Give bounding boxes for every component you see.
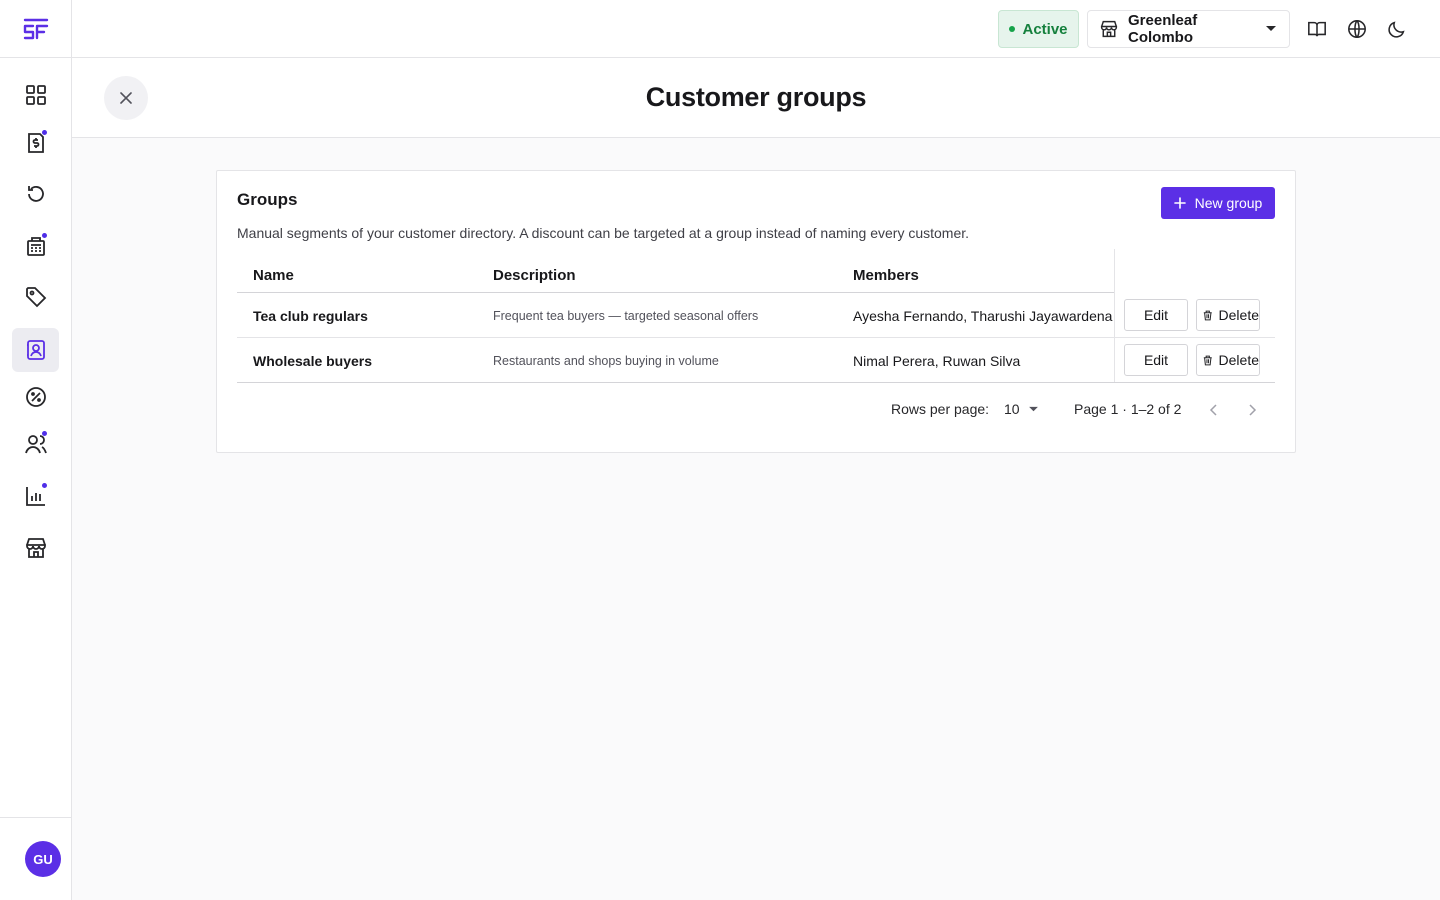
sidebar-footer: GU <box>0 817 71 900</box>
store-selector-label: Greenleaf Colombo <box>1128 12 1198 46</box>
store-selector[interactable]: Greenleaf Colombo <box>1087 10 1290 48</box>
column-header-description[interactable]: Description <box>493 267 576 284</box>
table-header: Name Description Members <box>237 249 1275 293</box>
delete-button[interactable]: Delete <box>1196 344 1260 376</box>
logo-icon <box>23 18 48 39</box>
topbar: Active Greenleaf Colombo <box>72 0 1440 58</box>
card-title: Groups <box>237 190 298 209</box>
app-logo[interactable] <box>0 0 71 58</box>
table-row[interactable]: Tea club regulars Frequent tea buyers — … <box>237 293 1275 338</box>
plus-icon <box>1173 197 1186 209</box>
rows-per-page-label: Rows per page: <box>891 401 990 417</box>
trash-icon <box>1203 310 1212 320</box>
card-description: Manual segments of your customer directo… <box>237 225 970 241</box>
group-members: Nimal Perera, Ruwan Silva <box>853 353 1021 369</box>
group-name: Wholesale buyers <box>253 353 373 369</box>
sidebar: GU <box>0 0 72 900</box>
table-row[interactable]: Wholesale buyers Restaurants and shops b… <box>237 338 1275 383</box>
status-dot-icon <box>1009 26 1016 32</box>
edit-button[interactable]: Edit <box>1124 344 1188 376</box>
next-page-button[interactable] <box>1242 398 1264 422</box>
discount-percent-icon <box>25 387 46 407</box>
rows-per-page-select[interactable]: 10 <box>1004 401 1039 417</box>
bar-chart-icon <box>25 487 45 506</box>
nav-dashboard[interactable] <box>12 73 59 117</box>
pagination: Rows per page: 10 Page 1 · 1–2 of 2 <box>237 384 1275 436</box>
docs-button[interactable] <box>1302 14 1332 44</box>
delete-button[interactable]: Delete <box>1196 299 1260 331</box>
edit-button[interactable]: Edit <box>1124 299 1188 331</box>
nav-discounts[interactable] <box>12 375 59 419</box>
dashboard-grid-icon <box>25 85 46 105</box>
group-members: Ayesha Fernando, Tharushi Jayawardena <box>853 308 1113 324</box>
group-description: Frequent tea buyers — targeted seasonal … <box>493 309 759 323</box>
edit-label: Edit <box>1143 352 1169 368</box>
moon-icon <box>1388 21 1405 38</box>
edit-label: Edit <box>1143 307 1169 323</box>
customer-contact-icon <box>26 340 45 360</box>
nav-refunds[interactable] <box>12 172 59 216</box>
book-icon <box>1308 21 1326 37</box>
delete-label: Delete <box>1218 352 1259 368</box>
nav-reports[interactable] <box>12 474 59 518</box>
row-actions: Edit Delete <box>1114 293 1275 337</box>
row-actions: Edit Delete <box>1114 338 1275 382</box>
nav-products[interactable] <box>12 275 59 319</box>
groups-table: Name Description Members Tea club regula… <box>237 249 1275 383</box>
column-header-members[interactable]: Members <box>853 267 919 284</box>
delete-label: Delete <box>1218 307 1259 323</box>
nav-invoices[interactable] <box>12 121 59 165</box>
status-label: Active <box>1022 20 1068 38</box>
column-header-actions <box>1114 249 1275 293</box>
trash-icon <box>1203 355 1212 365</box>
tag-icon <box>25 287 46 308</box>
group-description: Restaurants and shops buying in volume <box>493 354 719 368</box>
nav-store[interactable] <box>12 526 59 570</box>
page-info: Page 1 · 1–2 of 2 <box>1074 401 1182 417</box>
nav-staff[interactable] <box>12 422 59 466</box>
notification-dot <box>42 431 47 436</box>
language-button[interactable] <box>1342 14 1372 44</box>
new-group-label: New group <box>1194 195 1263 211</box>
theme-toggle[interactable] <box>1382 14 1412 44</box>
globe-icon <box>1348 20 1366 38</box>
new-group-button[interactable]: New group <box>1161 187 1275 219</box>
status-badge: Active <box>998 10 1079 48</box>
notification-dot <box>42 233 47 238</box>
chevron-down-icon <box>1028 406 1038 411</box>
notification-dot <box>42 130 47 135</box>
groups-card: Groups Manual segments of your customer … <box>216 170 1296 453</box>
nav-register[interactable] <box>12 224 59 268</box>
store-icon <box>1100 20 1118 38</box>
chevron-right-icon <box>1249 404 1257 416</box>
group-name: Tea club regulars <box>253 308 368 324</box>
chevron-left-icon <box>1209 404 1217 416</box>
notification-dot <box>42 483 47 488</box>
invoice-dollar-icon <box>27 133 44 153</box>
store-icon <box>25 538 46 558</box>
page-header: Customer groups <box>72 58 1440 138</box>
users-icon <box>24 435 47 454</box>
rows-per-page-value: 10 <box>1004 401 1020 417</box>
column-header-name[interactable]: Name <box>253 267 294 284</box>
chevron-down-icon <box>1266 26 1276 31</box>
register-icon <box>26 237 45 256</box>
avatar[interactable]: GU <box>25 841 61 877</box>
refund-history-icon <box>27 186 44 202</box>
nav-customers[interactable] <box>12 328 59 372</box>
page-title: Customer groups <box>645 82 867 112</box>
previous-page-button[interactable] <box>1202 398 1224 422</box>
